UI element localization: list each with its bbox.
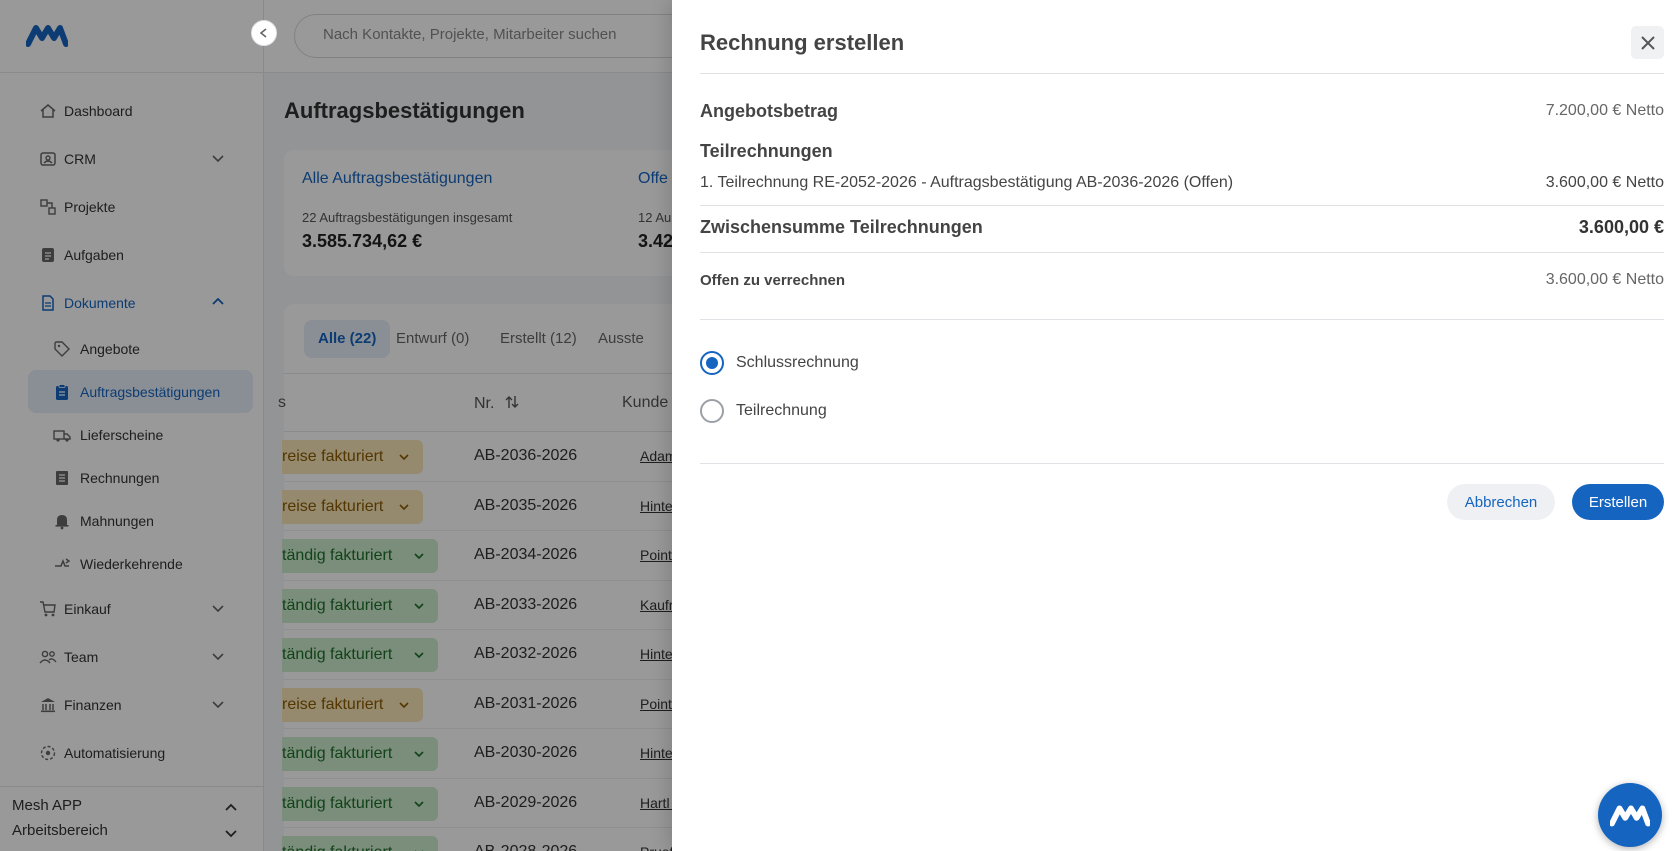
subtotal-label: Zwischensumme Teilrechnungen <box>700 217 983 237</box>
create-button[interactable]: Erstellen <box>1572 484 1664 520</box>
chevron-left-icon <box>259 28 267 38</box>
open-amount-value: 3.600,00 € Netto <box>1545 271 1664 288</box>
close-button[interactable] <box>1631 26 1664 59</box>
option-label: Teilrechnung <box>736 402 827 419</box>
divider <box>700 463 1664 464</box>
subtotal-value: 3.600,00 € <box>1578 217 1664 237</box>
option-partial-invoice[interactable]: Teilrechnung <box>700 399 827 423</box>
partial-invoice-value: 3.600,00 € Netto <box>1545 174 1664 191</box>
mesh-assistant-button[interactable] <box>1598 783 1662 847</box>
divider <box>700 73 1664 74</box>
close-icon <box>1640 35 1655 50</box>
cancel-button[interactable]: Abbrechen <box>1447 484 1555 520</box>
offer-amount-value: 7.200,00 € Netto <box>1545 102 1664 119</box>
radio-unchecked[interactable] <box>700 399 724 423</box>
option-label: Schlussrechnung <box>736 354 859 371</box>
radio-checked[interactable] <box>700 351 724 375</box>
divider <box>700 205 1664 206</box>
sidebar-collapse-button[interactable] <box>251 20 277 46</box>
drawer-title: Rechnung erstellen <box>700 30 905 55</box>
divider <box>700 319 1664 320</box>
mesh-logo-icon <box>1610 805 1650 827</box>
partials-heading: Teilrechnungen <box>700 141 833 161</box>
divider <box>700 252 1664 253</box>
offer-amount-label: Angebotsbetrag <box>700 101 839 121</box>
create-invoice-drawer: Rechnung erstellen Angebotsbetrag 7.200,… <box>672 0 1680 851</box>
option-final-invoice[interactable]: Schlussrechnung <box>700 351 859 375</box>
open-amount-label: Offen zu verrechnen <box>700 272 846 289</box>
partial-invoice-item: 1. Teilrechnung RE-2052-2026 - Auftragsb… <box>700 174 1234 191</box>
